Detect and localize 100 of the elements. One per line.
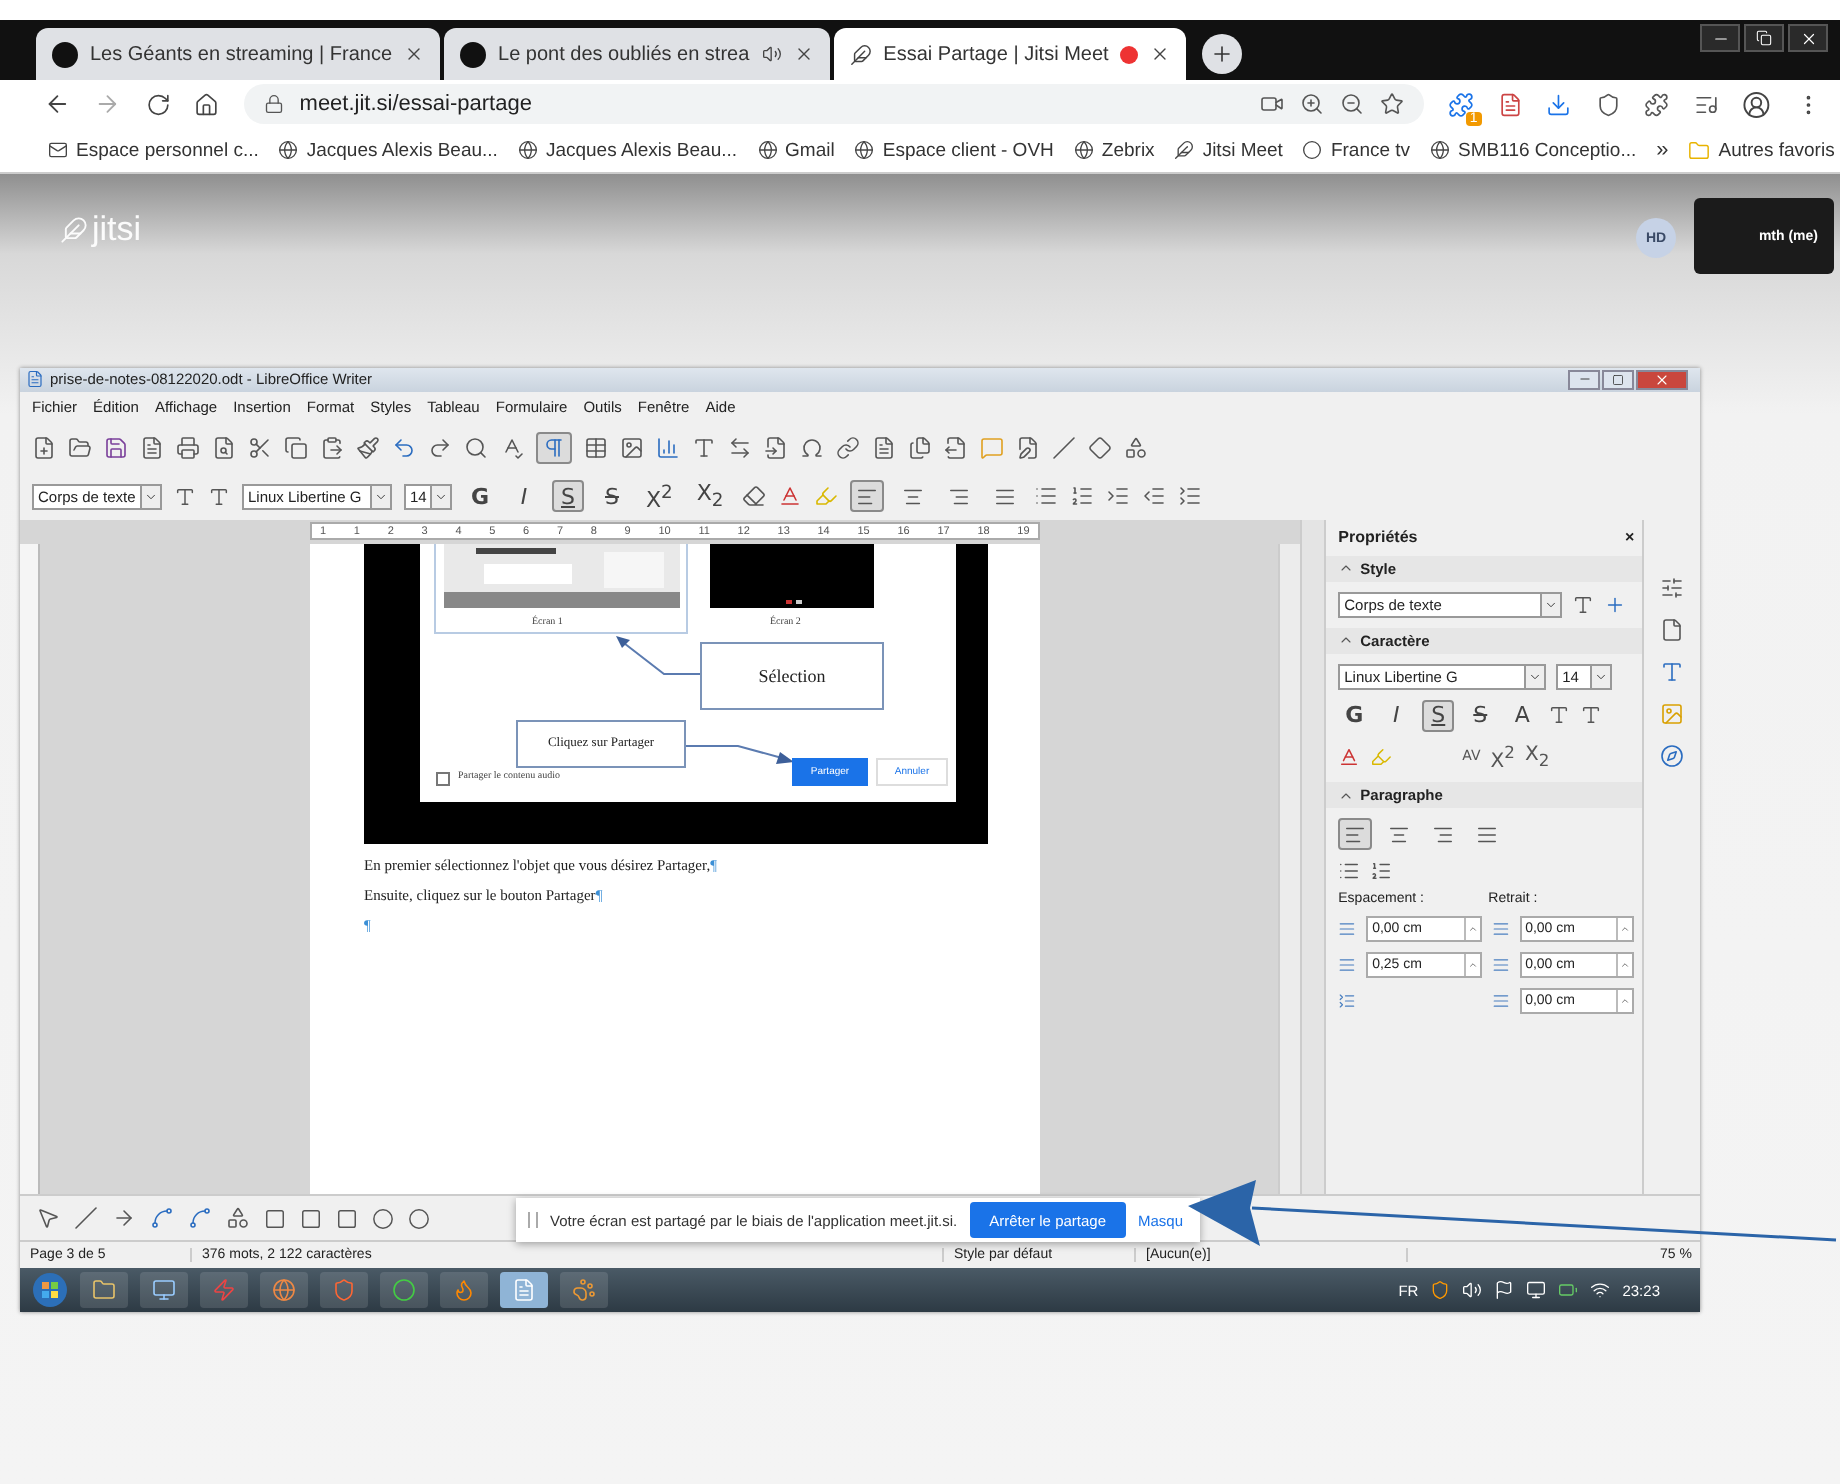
indent-icon[interactable] [1105,484,1130,509]
square-icon[interactable] [336,1207,358,1230]
puzzle-icon[interactable] [1644,91,1670,117]
align-icon[interactable] [1476,823,1499,846]
align-icon[interactable] [901,485,924,508]
globe-icon[interactable] [757,140,778,160]
restore-icon[interactable] [1756,30,1772,46]
drag-handle[interactable] [528,1212,538,1228]
superscript-button[interactable]: X$^{2}$ [640,480,679,513]
back-icon[interactable] [44,90,71,118]
up-icon[interactable] [1620,996,1631,1007]
line-icon[interactable] [1052,435,1076,460]
media-icon[interactable] [1693,91,1719,117]
zoom-in-icon[interactable] [1299,92,1324,116]
speaker-icon[interactable] [761,44,782,64]
zoom-out-icon[interactable] [1339,92,1364,116]
up-icon[interactable] [1467,924,1478,935]
bookmark-link[interactable]: Jacques Alexis Beau... [517,139,738,161]
format-button[interactable]: G [464,480,496,513]
network-icon[interactable] [1590,1280,1611,1300]
copy-icon[interactable] [284,435,308,460]
shapes-icon[interactable] [1124,435,1148,460]
document-icon[interactable] [140,435,164,460]
bookmark-folder[interactable]: Autres favoris [1688,139,1835,161]
browser-tab[interactable]: Essai Partage | Jitsi Meet [833,28,1187,80]
plus-icon[interactable] [1210,42,1235,66]
page-icon[interactable] [1660,617,1685,642]
table-icon[interactable] [584,435,608,460]
arrow-icon[interactable] [112,1206,136,1231]
subscript-button[interactable]: X$_{2}$ [1524,743,1550,770]
bookmark-link[interactable]: France tv [1302,139,1411,161]
bookmark-link[interactable]: SMB116 Conceptio... [1430,139,1637,161]
new-document-icon[interactable] [32,435,56,460]
numbered-list-icon[interactable] [1370,860,1393,883]
download-icon[interactable] [1546,91,1572,117]
format-button[interactable]: A [1506,699,1539,732]
shield-icon[interactable] [1430,1280,1451,1300]
dropdown-icon[interactable] [434,489,448,504]
taskbar-button[interactable] [440,1272,488,1308]
bookmark-link[interactable]: Espace personnel c... [48,139,259,161]
spellcheck-icon[interactable] [500,435,524,460]
align-icon[interactable] [855,485,878,508]
chart-icon[interactable] [656,435,680,460]
audio-checkbox[interactable] [436,771,450,786]
globe-icon[interactable] [1430,140,1451,160]
taskbar-button[interactable] [140,1272,188,1308]
font-color-icon[interactable] [777,484,802,509]
link-icon[interactable] [836,435,860,460]
format-button[interactable]: S [1422,699,1455,732]
browser-tab[interactable]: Le pont des oubliés en strea [444,28,830,80]
dropdown-icon[interactable] [1544,597,1559,612]
circle-icon[interactable] [1302,140,1323,160]
flag-icon[interactable] [1494,1280,1515,1300]
feather-icon[interactable] [1174,140,1195,160]
camera-icon[interactable] [1259,92,1284,116]
dropdown-icon[interactable] [1528,669,1543,684]
omega-icon[interactable] [800,435,824,460]
bookmark-link[interactable]: Jacques Alexis Beau... [278,139,498,161]
pages-icon[interactable] [908,435,932,460]
speaker-icon[interactable] [1462,1280,1483,1300]
format-button[interactable]: I [1380,699,1413,732]
circle-icon[interactable] [392,1278,416,1302]
dropdown-icon[interactable] [1594,669,1609,684]
align-icon[interactable] [993,485,1016,508]
diamond-icon[interactable] [1088,435,1112,460]
properties-icon[interactable] [1660,575,1685,600]
format-button[interactable]: S [552,480,584,513]
align-icon[interactable] [1344,823,1367,846]
taskbar-button[interactable] [260,1272,308,1308]
cut-icon[interactable] [248,435,272,460]
start-button[interactable] [32,1272,68,1308]
pointer-icon[interactable] [36,1206,60,1231]
search-icon[interactable] [464,435,488,460]
superscript-button[interactable]: X$^{2}$ [1490,741,1515,773]
up-icon[interactable] [1467,960,1478,971]
save-icon[interactable] [104,435,128,460]
shapes-icon[interactable] [226,1206,250,1231]
folder-icon[interactable] [68,435,92,460]
close-button[interactable] [1788,24,1828,52]
bookmark-link[interactable]: Jitsi Meet [1174,139,1283,161]
format-button[interactable]: G [1338,699,1371,732]
rectangle-icon[interactable] [264,1207,286,1230]
bookmark-link[interactable]: Gmail [757,139,835,161]
image-icon[interactable] [620,435,644,460]
globe-icon[interactable] [854,140,875,160]
format-button[interactable]: S [596,480,628,513]
close-icon[interactable] [793,44,814,64]
font-color-icon[interactable] [1338,745,1361,768]
taskbar-button[interactable] [380,1272,428,1308]
minimize-button[interactable] [1568,369,1600,390]
star-icon[interactable] [1379,92,1404,116]
restore-button[interactable] [1744,24,1784,52]
line-icon[interactable] [74,1206,98,1231]
profile-icon[interactable] [1742,89,1772,119]
pilcrow-icon[interactable] [542,435,566,460]
close-icon[interactable] [1150,44,1171,64]
globe-icon[interactable] [517,140,538,160]
subscript-button[interactable]: X$_{2}$ [690,480,730,513]
pdf-icon[interactable] [1497,91,1523,117]
redo-icon[interactable] [428,435,452,460]
